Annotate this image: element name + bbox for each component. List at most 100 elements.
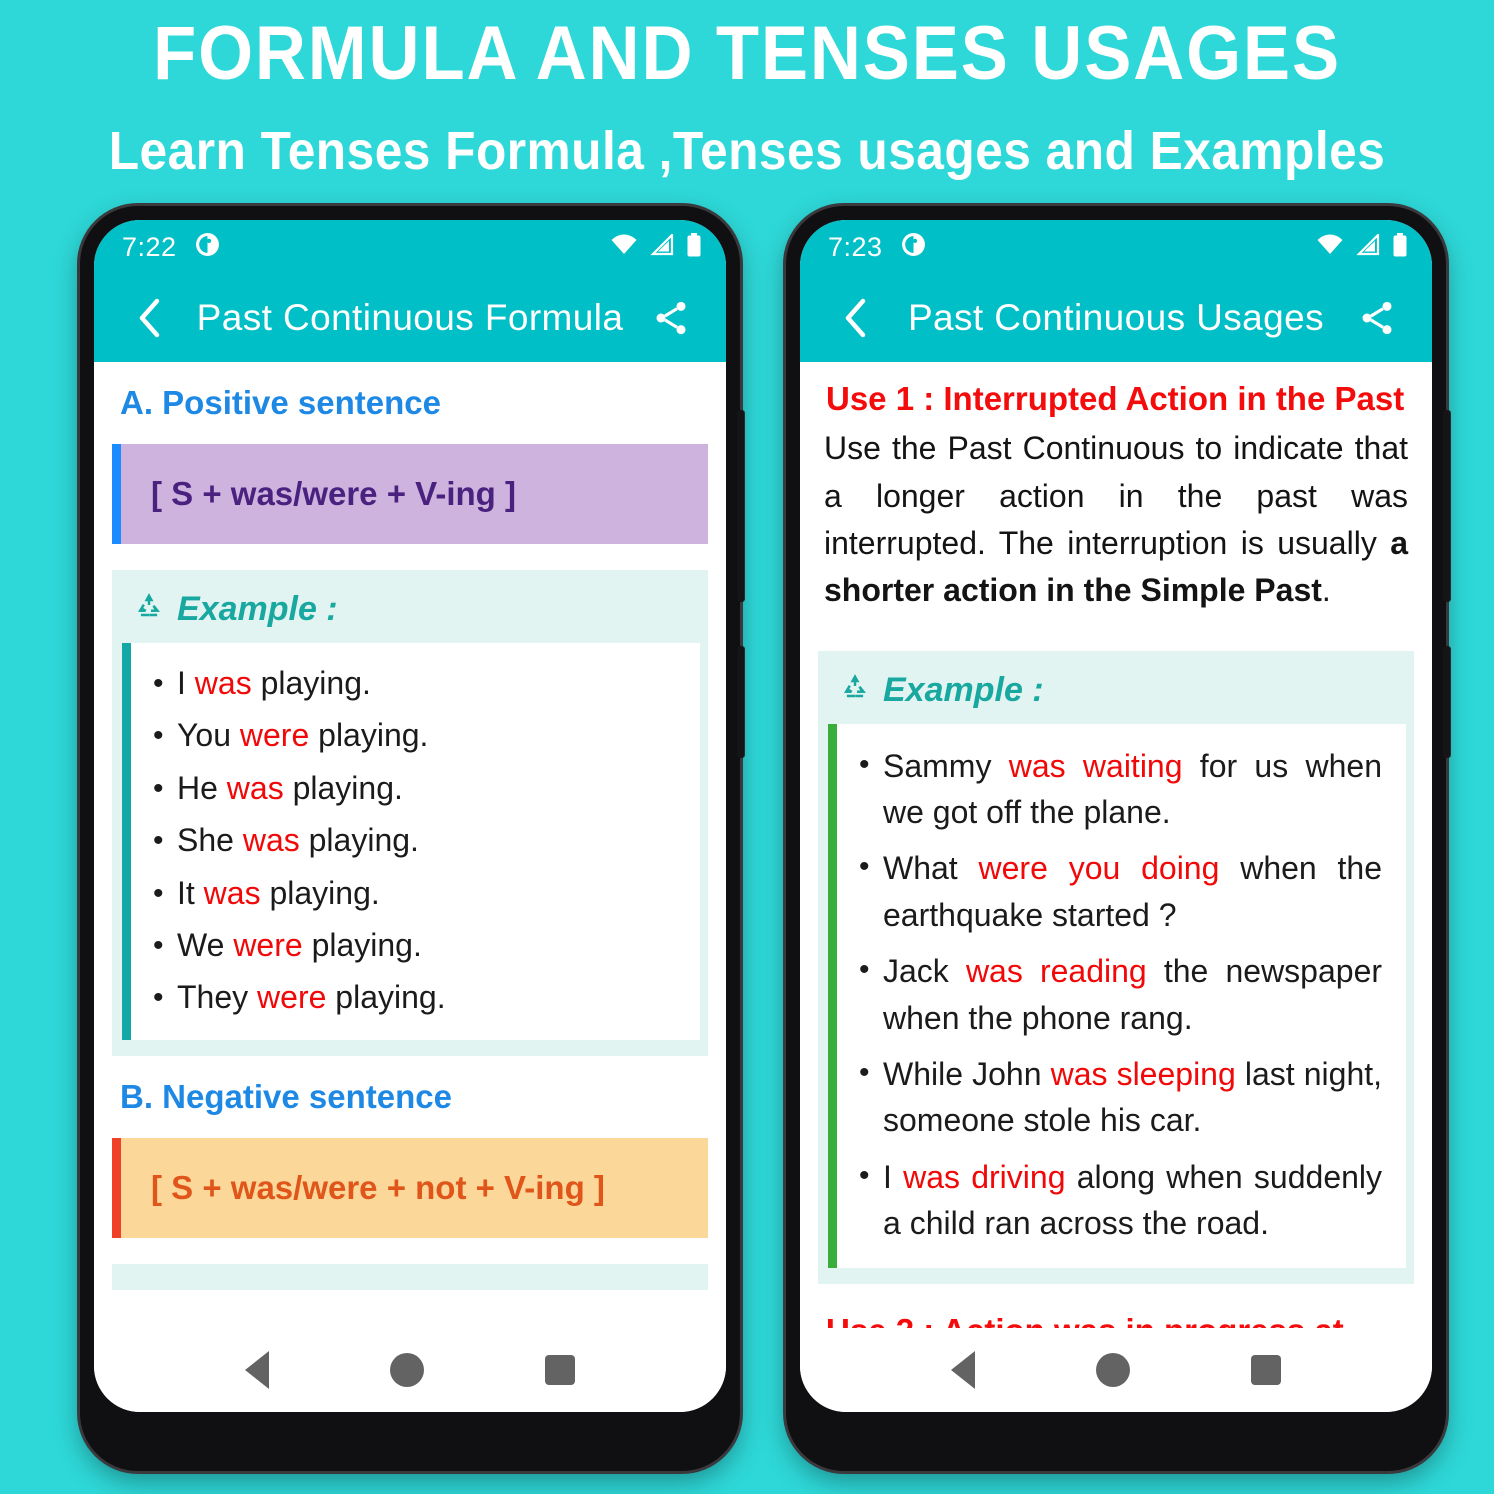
home-nav-icon[interactable] <box>1095 1353 1130 1387</box>
notification-icon <box>901 232 926 262</box>
item-highlight: was sleeping <box>1050 1056 1236 1093</box>
formula-negative: [ S + was/were + not + V-ing ] <box>112 1137 708 1238</box>
android-navbar-left <box>94 1328 726 1412</box>
item-pre: I <box>177 665 195 701</box>
share-icon[interactable] <box>644 291 698 345</box>
item-pre: They <box>177 979 258 1016</box>
share-icon[interactable] <box>1350 291 1404 345</box>
item-post: playing. <box>309 717 429 754</box>
example-card-negative-partial <box>112 1263 708 1290</box>
item-pre: We <box>177 926 234 963</box>
banner-subtitle: Learn Tenses Formula ,Tenses usages and … <box>108 120 1386 181</box>
screen-left: 7:22 Past Continuous Formula A. Positive… <box>94 220 726 1412</box>
screen-right: 7:23 Past Continuous Usages Use 1: Inte… <box>800 220 1432 1412</box>
list-item: They were playing. <box>131 971 682 1023</box>
item-highlight: was <box>226 769 284 806</box>
banner: FORMULA AND TENSES USAGES Learn Tenses F… <box>0 0 1494 182</box>
phone-left: 7:22 Past Continuous Formula A. Positive… <box>80 206 744 1471</box>
example-items-positive: I was playing. You were playing. He was … <box>131 657 682 1024</box>
content-right[interactable]: Use 1 : Interrupted Action in the Past U… <box>800 362 1432 1328</box>
item-highlight: were you doing <box>978 850 1220 887</box>
back-arrow-icon[interactable] <box>828 291 882 345</box>
item-highlight: was <box>194 665 252 701</box>
volume-button-left-phone[interactable] <box>737 410 744 602</box>
use1-body-end: . <box>1321 572 1331 609</box>
list-item: She was playing. <box>131 814 682 866</box>
list-item: It was playing. <box>131 867 682 919</box>
list-item: What were you doing when the earthquake … <box>837 840 1388 943</box>
example-list-positive: I was playing. You were playing. He was … <box>122 643 700 1040</box>
recycle-icon <box>840 671 870 710</box>
list-item: We were playing. <box>131 919 682 971</box>
use1-body: Use the Past Continuous to indicate that… <box>800 423 1432 624</box>
battery-icon <box>1392 232 1408 262</box>
use2-heading: Use 2 : Action was in progress at specia… <box>800 1284 1432 1328</box>
app-bar-left: Past Continuous Formula <box>94 274 726 362</box>
item-highlight: was reading <box>965 953 1147 990</box>
recents-nav-icon[interactable] <box>545 1355 576 1385</box>
formula-positive: [ S + was/were + V-ing ] <box>112 444 708 544</box>
recycle-icon <box>134 590 164 629</box>
power-button-left-phone[interactable] <box>737 646 744 758</box>
status-time: 7:22 <box>122 231 177 262</box>
item-pre: She <box>177 822 243 859</box>
battery-icon <box>686 232 702 262</box>
home-nav-icon[interactable] <box>389 1353 424 1387</box>
notification-icon <box>195 232 220 262</box>
section-heading-positive: A. Positive sentence <box>120 384 441 421</box>
item-highlight: was waiting <box>1008 747 1183 784</box>
item-highlight: was <box>242 822 300 859</box>
item-highlight: were <box>257 979 327 1016</box>
example-label: Example : <box>883 670 1044 709</box>
page-title: Past Continuous Usages <box>907 297 1325 338</box>
list-item: I was driving along when suddenly a chil… <box>837 1149 1388 1252</box>
android-navbar-right <box>800 1328 1432 1412</box>
use1-body-plain: Use the Past Continuous to indicate that… <box>824 430 1408 561</box>
example-title-positive: Example : <box>112 584 708 643</box>
item-post: playing. <box>251 665 371 701</box>
example-items-use1: Sammy was waiting for us when we got off… <box>837 738 1388 1252</box>
item-post: playing. <box>283 769 403 806</box>
phone-right: 7:23 Past Continuous Usages Use 1: Inte… <box>786 206 1450 1471</box>
banner-title: FORMULA AND TENSES USAGES <box>153 11 1341 96</box>
section-heading-negative: B. Negative sentence <box>120 1077 452 1115</box>
recents-nav-icon[interactable] <box>1251 1355 1282 1385</box>
item-highlight: was <box>203 874 261 911</box>
wifi-icon <box>1316 234 1344 261</box>
back-nav-icon[interactable] <box>244 1351 269 1389</box>
phone-mockups: 7:22 Past Continuous Formula A. Positive… <box>0 206 1494 1494</box>
volume-button-right-phone[interactable] <box>1443 410 1450 602</box>
example-card-use1: Example : Sammy was waiting for us when … <box>818 650 1414 1284</box>
example-card-positive: Example : I was playing. You were playin… <box>112 570 708 1056</box>
wifi-icon <box>610 234 638 261</box>
item-post: playing. <box>302 926 422 963</box>
item-post: playing. <box>326 979 446 1016</box>
item-pre: He <box>177 769 227 806</box>
item-highlight: were <box>239 717 310 754</box>
status-time: 7:23 <box>828 231 883 262</box>
item-highlight: was driving <box>903 1158 1066 1195</box>
item-pre: While John <box>883 1056 1051 1093</box>
item-pre: Jack <box>883 953 966 990</box>
example-label: Example : <box>177 590 338 628</box>
example-title-use1: Example : <box>818 665 1414 724</box>
back-arrow-icon[interactable] <box>122 291 176 345</box>
list-item: Sammy was waiting for us when we got off… <box>837 738 1388 841</box>
item-pre: What <box>883 850 979 887</box>
item-pre: Sammy <box>883 747 1009 784</box>
status-bar-left: 7:22 <box>94 220 726 274</box>
item-post: playing. <box>260 874 380 911</box>
signal-icon <box>1355 231 1381 261</box>
power-button-right-phone[interactable] <box>1443 646 1450 758</box>
content-left[interactable]: A. Positive sentence [ S + was/were + V-… <box>94 362 726 1328</box>
status-bar-right: 7:23 <box>800 220 1432 274</box>
item-highlight: were <box>233 926 303 963</box>
item-pre: You <box>177 717 240 754</box>
item-pre: I <box>883 1158 904 1195</box>
list-item: Jack was reading the newspaper when the … <box>837 943 1388 1046</box>
list-item: I was playing. <box>131 657 682 709</box>
list-item: While John was sleeping last night, some… <box>837 1046 1388 1149</box>
signal-icon <box>649 231 675 261</box>
back-nav-icon[interactable] <box>950 1351 975 1389</box>
page-title: Past Continuous Formula <box>196 297 624 338</box>
